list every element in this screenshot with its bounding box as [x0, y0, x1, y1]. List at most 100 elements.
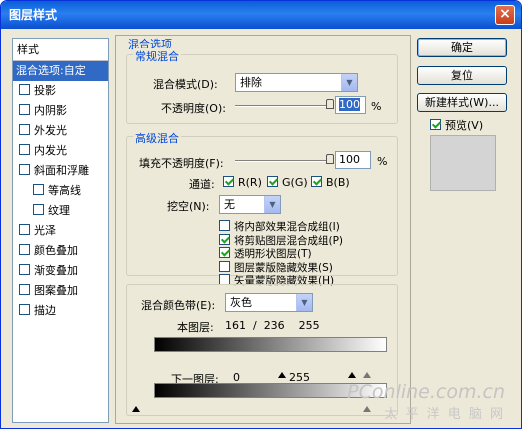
- ok-button[interactable]: 确定: [417, 38, 507, 57]
- sidebar-item[interactable]: 等高线: [13, 181, 108, 201]
- this-layer-white-thumb[interactable]: [363, 372, 371, 378]
- general-blending-group: 常规混合 混合模式(D): 排除 ▼ 不透明度(O): 100 %: [126, 48, 398, 124]
- sidebar-item-label: 描边: [34, 304, 56, 317]
- sidebar-item[interactable]: 内发光: [13, 141, 108, 161]
- this-layer-gradient: [154, 337, 387, 352]
- sidebar-item-label: 颜色叠加: [34, 244, 78, 257]
- sidebar-item[interactable]: 图案叠加: [13, 281, 108, 301]
- new-style-button[interactable]: 新建样式(W)...: [417, 93, 507, 112]
- sidebar-item-label: 混合选项:自定: [16, 64, 86, 77]
- this-layer-split-thumb[interactable]: [278, 372, 286, 378]
- sidebar-item-checkbox[interactable]: [19, 104, 30, 115]
- general-blending-title: 常规混合: [133, 48, 181, 64]
- fill-opacity-unit: %: [377, 155, 388, 168]
- sidebar-item-checkbox[interactable]: [19, 304, 30, 315]
- sidebar-item-label: 图案叠加: [34, 284, 78, 297]
- channel-b-label: B(B): [326, 176, 350, 189]
- layer-style-dialog: 图层样式 × 样式 混合选项:自定投影内阴影外发光内发光斜面和浮雕等高线纹理光泽…: [0, 0, 522, 429]
- window-title: 图层样式: [9, 8, 58, 22]
- preview-label: 预览(V): [445, 119, 484, 132]
- blend-if-select[interactable]: 灰色 ▼: [225, 293, 313, 312]
- knockout-label: 挖空(N):: [167, 200, 210, 213]
- channel-b[interactable]: B(B): [311, 176, 350, 189]
- sidebar-item-label: 等高线: [48, 184, 81, 197]
- blend-mode-select[interactable]: 排除 ▼: [235, 73, 358, 92]
- advanced-blending-group: 高级混合 填充不透明度(F): 100 % 通道: R(R) G(G) B(B)…: [126, 130, 398, 287]
- sidebar-item-label: 渐变叠加: [34, 264, 78, 277]
- sidebar-item[interactable]: 光泽: [13, 221, 108, 241]
- channel-r[interactable]: R(R): [223, 176, 262, 189]
- title-bar: 图层样式 ×: [1, 1, 521, 29]
- opacity-value: 100: [339, 98, 360, 111]
- underlying-low-thumb[interactable]: [132, 406, 140, 412]
- knockout-select[interactable]: 无 ▼: [219, 195, 281, 214]
- sidebar-item[interactable]: 投影: [13, 81, 108, 101]
- checkbox-g[interactable]: [267, 176, 278, 187]
- chevron-down-icon: ▼: [341, 74, 357, 91]
- sidebar-item-checkbox[interactable]: [19, 284, 30, 295]
- sidebar-item-checkbox[interactable]: [19, 264, 30, 275]
- sidebar-item-label: 内发光: [34, 144, 67, 157]
- dialog-body: 样式 混合选项:自定投影内阴影外发光内发光斜面和浮雕等高线纹理光泽颜色叠加渐变叠…: [5, 29, 517, 426]
- advanced-option-checkbox[interactable]: [219, 247, 230, 258]
- blend-mode-value: 排除: [240, 76, 262, 89]
- watermark-line2: 太 平 洋 电 脑 网: [384, 407, 505, 422]
- sidebar-item-checkbox[interactable]: [19, 164, 30, 175]
- sidebar-item[interactable]: 混合选项:自定: [13, 61, 108, 81]
- watermark-line1: PConline.com.cn: [347, 381, 505, 403]
- fill-opacity-slider[interactable]: [235, 154, 334, 164]
- watermark: PConline.com.cn 太 平 洋 电 脑 网: [347, 381, 505, 422]
- advanced-option-label: 图层蒙版隐藏效果(S): [234, 261, 333, 274]
- sidebar-item-label: 斜面和浮雕: [34, 164, 89, 177]
- sidebar-item[interactable]: 内阴影: [13, 101, 108, 121]
- sidebar-item-checkbox[interactable]: [33, 204, 44, 215]
- preview-checkbox[interactable]: [430, 119, 441, 130]
- advanced-option-label: 将剪贴图层混合成组(P): [234, 234, 344, 247]
- channel-g[interactable]: G(G): [267, 176, 308, 189]
- advanced-option-checkbox[interactable]: [219, 260, 230, 272]
- opacity-label: 不透明度(O):: [161, 102, 226, 115]
- sidebar-item-checkbox[interactable]: [19, 224, 30, 235]
- this-layer-label: 本图层:: [177, 321, 214, 334]
- advanced-option-checkbox[interactable]: [219, 233, 230, 245]
- preview-toggle[interactable]: 预览(V): [430, 117, 483, 133]
- style-preview-swatch: [430, 135, 496, 191]
- reset-button[interactable]: 复位: [417, 66, 507, 85]
- sidebar-item-label: 投影: [34, 84, 56, 97]
- sidebar-item-label: 纹理: [48, 204, 70, 217]
- sidebar-item-checkbox[interactable]: [19, 244, 30, 255]
- sidebar-item[interactable]: 渐变叠加: [13, 261, 108, 281]
- style-list: 样式 混合选项:自定投影内阴影外发光内发光斜面和浮雕等高线纹理光泽颜色叠加渐变叠…: [12, 38, 109, 423]
- advanced-option-checkbox[interactable]: [219, 220, 230, 231]
- sidebar-item[interactable]: 颜色叠加: [13, 241, 108, 261]
- sidebar-item[interactable]: 描边: [13, 301, 108, 321]
- sidebar-item-checkbox[interactable]: [19, 144, 30, 155]
- style-list-items: 混合选项:自定投影内阴影外发光内发光斜面和浮雕等高线纹理光泽颜色叠加渐变叠加图案…: [13, 61, 108, 321]
- sidebar-item[interactable]: 斜面和浮雕: [13, 161, 108, 181]
- opacity-unit: %: [371, 100, 382, 113]
- blend-if-label: 混合颜色带(E):: [141, 299, 216, 312]
- advanced-option-label: 透明形状图层(T): [234, 248, 312, 260]
- this-layer-high-thumb[interactable]: [348, 372, 356, 378]
- close-icon[interactable]: ×: [495, 5, 515, 25]
- opacity-slider[interactable]: [235, 99, 334, 109]
- sidebar-item-checkbox[interactable]: [19, 124, 30, 135]
- sidebar-item-checkbox[interactable]: [19, 84, 30, 95]
- fill-opacity-input[interactable]: 100: [335, 151, 371, 169]
- fill-opacity-label: 填充不透明度(F):: [139, 157, 224, 170]
- blend-if-value: 灰色: [230, 296, 252, 309]
- sidebar-item[interactable]: 纹理: [13, 201, 108, 221]
- knockout-value: 无: [224, 198, 235, 211]
- sidebar-item-label: 内阴影: [34, 104, 67, 117]
- sidebar-item-checkbox[interactable]: [33, 184, 44, 195]
- sidebar-item[interactable]: 外发光: [13, 121, 108, 141]
- opacity-slider-thumb[interactable]: [326, 99, 334, 109]
- blending-options-panel: 混合选项 常规混合 混合模式(D): 排除 ▼ 不透明度(O): 100 % 高…: [115, 35, 411, 424]
- fill-opacity-slider-thumb[interactable]: [326, 154, 334, 164]
- checkbox-b[interactable]: [311, 176, 322, 187]
- opacity-input[interactable]: 100: [335, 96, 366, 114]
- chevron-down-icon: ▼: [296, 294, 312, 311]
- checkbox-r[interactable]: [223, 176, 234, 187]
- sidebar-item-label: 外发光: [34, 124, 67, 137]
- style-list-header[interactable]: 样式: [13, 39, 108, 61]
